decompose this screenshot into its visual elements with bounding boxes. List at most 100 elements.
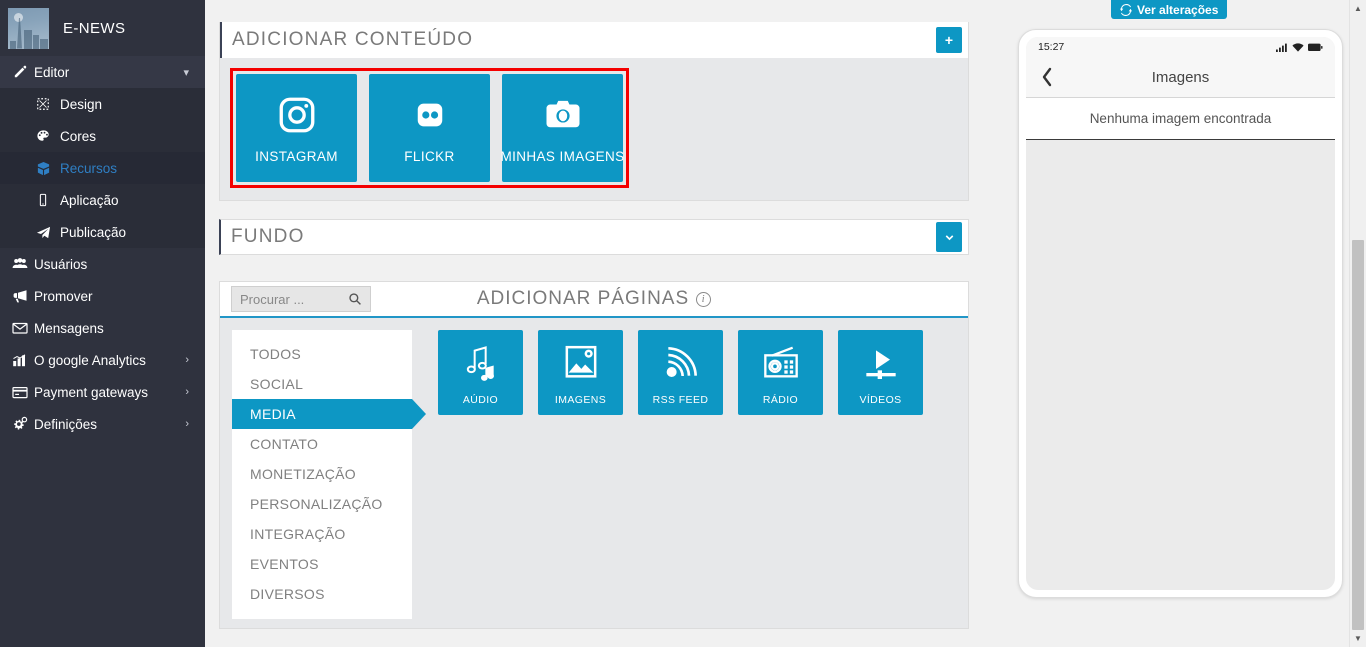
sidebar-item-mensagens[interactable]: Mensagens (0, 312, 205, 344)
ver-alteracoes-button[interactable]: Ver alterações (1111, 0, 1228, 19)
sidebar-item-aplicacao-label: Aplicação (60, 192, 119, 208)
sidebar-item-payment-gateways[interactable]: Payment gateways › (0, 376, 205, 408)
scrollbar-thumb[interactable] (1352, 240, 1364, 630)
highlight-box: INSTAGRAM FLICKR MINHAS IMAGENS (230, 68, 629, 188)
design-frame-icon (36, 97, 60, 111)
category-diversos[interactable]: DIVERSOS (232, 579, 412, 609)
sidebar-item-usuarios[interactable]: Usuários (0, 248, 205, 280)
sidebar-item-aplicacao[interactable]: Aplicação (0, 184, 205, 216)
category-monetizacao[interactable]: MONETIZAÇÃO (232, 459, 412, 489)
users-icon (12, 256, 34, 272)
page-tile-radio-label: RÁDIO (762, 394, 799, 406)
cube-icon (36, 161, 60, 176)
scrollbar-down-arrow[interactable]: ▼ (1350, 630, 1366, 647)
picture-icon (562, 342, 600, 384)
tile-minhas-imagens-label: MINHAS IMAGENS (500, 149, 625, 164)
gears-icon (12, 416, 34, 432)
category-label: INTEGRAÇÃO (250, 526, 346, 542)
chevron-right-icon: › (185, 354, 189, 366)
category-list: TODOS SOCIAL MEDIA CONTATO MONETIZAÇÃO P… (232, 330, 426, 619)
sidebar-item-recursos[interactable]: Recursos (0, 152, 205, 184)
category-label: DIVERSOS (250, 586, 325, 602)
search-box[interactable] (231, 286, 371, 312)
page-tile-videos[interactable]: VÍDEOS (838, 330, 923, 415)
sidebar-item-promover[interactable]: Promover (0, 280, 205, 312)
scrollbar-up-arrow[interactable]: ▲ (1350, 0, 1366, 17)
chevron-left-icon[interactable] (1040, 66, 1054, 88)
pencil-icon (12, 65, 34, 80)
preview-column: Ver alterações 15:27 Imagens Nenhuma ima… (1000, 0, 1345, 647)
category-label: MONETIZAÇÃO (250, 466, 356, 482)
panel-spacer (219, 201, 969, 219)
category-media[interactable]: MEDIA (232, 399, 426, 429)
sidebar-item-google-analytics[interactable]: O google Analytics › (0, 344, 205, 376)
page-tile-imagens-label: IMAGENS (554, 394, 607, 406)
brand-name: E-NEWS (63, 19, 126, 37)
category-label: CONTATO (250, 436, 319, 452)
background-header: FUNDO (219, 219, 969, 255)
sidebar-item-design[interactable]: Design (0, 88, 205, 120)
category-label: SOCIAL (250, 376, 304, 392)
sidebar-item-google-analytics-label: O google Analytics (34, 352, 146, 368)
sidebar-item-publicacao[interactable]: Publicação (0, 216, 205, 248)
page-tile-rss-feed[interactable]: RSS FEED (638, 330, 723, 415)
content-area: ADICIONAR CONTEÚDO + INSTAGRAM FLICKR MI… (205, 0, 1366, 647)
category-social[interactable]: SOCIAL (232, 369, 412, 399)
category-personalizacao[interactable]: PERSONALIZAÇÃO (232, 489, 412, 519)
sidebar-item-payment-gateways-label: Payment gateways (34, 384, 149, 400)
sidebar-item-design-label: Design (60, 96, 103, 112)
add-content-button[interactable]: + (936, 27, 962, 53)
search-icon[interactable] (348, 292, 362, 306)
chevron-right-icon: › (185, 418, 189, 430)
category-eventos[interactable]: EVENTOS (232, 549, 412, 579)
add-pages-header: ADICIONAR PÁGINAS i (220, 282, 968, 318)
add-pages-panel: ADICIONAR PÁGINAS i TODOS SOCIAL MEDIA C… (219, 281, 969, 629)
page-tile-audio-label: AÚDIO (462, 394, 499, 406)
page-tile-radio[interactable]: RÁDIO (738, 330, 823, 415)
sidebar-item-publicacao-label: Publicação (60, 224, 127, 240)
brand[interactable]: E-NEWS (0, 0, 205, 56)
category-contato[interactable]: CONTATO (232, 429, 412, 459)
search-input[interactable] (240, 291, 340, 307)
sidebar-group-editor[interactable]: Editor ▾ (0, 56, 205, 88)
page-tile-audio[interactable]: AÚDIO (438, 330, 523, 415)
tile-flickr[interactable]: FLICKR (369, 74, 490, 182)
megaphone-icon (12, 288, 34, 304)
camera-icon (541, 92, 585, 138)
background-title: FUNDO (231, 226, 305, 247)
phone-nav-bar: Imagens (1026, 57, 1335, 98)
sidebar-item-mensagens-label: Mensagens (34, 320, 104, 336)
chevron-right-icon: › (185, 386, 189, 398)
paper-plane-icon (36, 225, 60, 240)
ver-alteracoes-label: Ver alterações (1137, 2, 1219, 17)
sidebar-item-usuarios-label: Usuários (34, 256, 88, 272)
tile-flickr-label: FLICKR (404, 149, 455, 164)
wifi-icon (1292, 42, 1304, 52)
background-panel: FUNDO (219, 219, 969, 255)
envelope-icon (12, 321, 34, 335)
rss-icon (661, 342, 701, 384)
category-todos[interactable]: TODOS (232, 339, 412, 369)
sidebar-item-cores[interactable]: Cores (0, 120, 205, 152)
panels-column: ADICIONAR CONTEÚDO + INSTAGRAM FLICKR MI… (219, 0, 969, 629)
phone-preview: 15:27 Imagens Nenhuma imagem encontrada (1018, 29, 1343, 598)
sidebar-item-definicoes[interactable]: Definições › (0, 408, 205, 440)
sidebar: E-NEWS Editor ▾ Design Cores Recursos Ap… (0, 0, 205, 647)
info-circle-icon[interactable]: i (696, 291, 712, 307)
add-content-header: ADICIONAR CONTEÚDO + (220, 22, 968, 58)
category-label: EVENTOS (250, 556, 319, 572)
page-scrollbar[interactable]: ▲ ▼ (1349, 0, 1366, 647)
category-integracao[interactable]: INTEGRAÇÃO (232, 519, 412, 549)
page-tile-rss-feed-label: RSS FEED (652, 394, 709, 406)
page-tile-list: AÚDIO IMAGENS RSS FEED RÁDIO VÍDEOS (412, 330, 923, 628)
category-label: PERSONALIZAÇÃO (250, 496, 383, 512)
bar-chart-icon (12, 353, 34, 368)
tile-minhas-imagens[interactable]: MINHAS IMAGENS (500, 74, 625, 182)
chevron-down-icon: ▾ (183, 66, 189, 79)
background-expand-button[interactable] (936, 222, 962, 252)
status-time: 15:27 (1038, 41, 1065, 53)
tile-instagram[interactable]: INSTAGRAM (236, 74, 357, 182)
page-tile-imagens[interactable]: IMAGENS (538, 330, 623, 415)
app-root: E-NEWS Editor ▾ Design Cores Recursos Ap… (0, 0, 1366, 647)
category-label: MEDIA (250, 406, 296, 422)
